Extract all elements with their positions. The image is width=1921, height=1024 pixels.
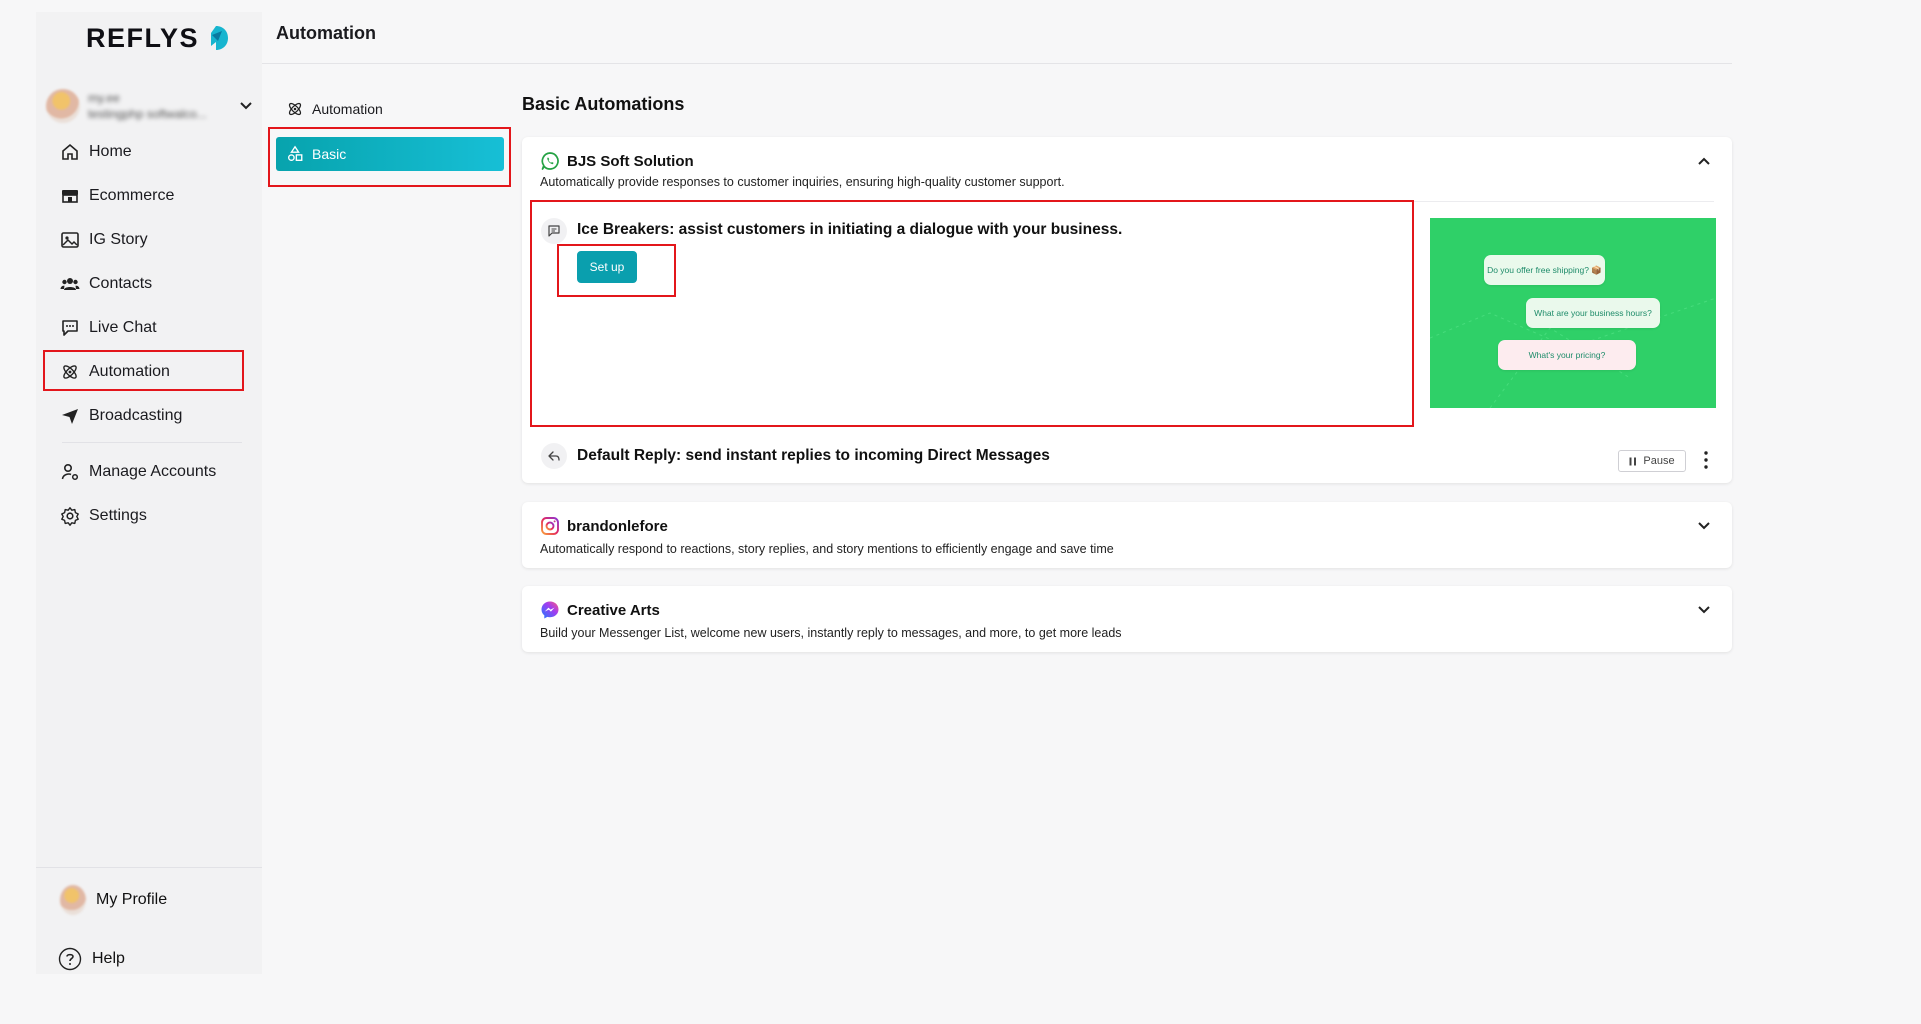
section-title: Basic Automations (522, 94, 685, 114)
sidebar-item-live-chat[interactable]: Live Chat (60, 313, 240, 343)
subnav-basic[interactable]: Basic (276, 137, 504, 171)
automation-card-messenger[interactable]: Creative Arts Build your Messenger List,… (522, 586, 1732, 652)
card-title: BJS Soft Solution (567, 152, 694, 170)
sidebar: REFLYS my.ee testingphp softwalco... Hom… (36, 12, 262, 974)
help-label: Help (92, 950, 125, 967)
sidebar-item-manage-accounts[interactable]: Manage Accounts (60, 457, 240, 487)
sidebar-item-label: Live Chat (89, 319, 157, 336)
logo[interactable]: REFLYS (86, 18, 229, 58)
sidebar-item-label: Broadcasting (89, 407, 183, 424)
pause-icon (1629, 457, 1637, 465)
message-icon (548, 225, 560, 237)
logo-mark-icon (211, 26, 229, 50)
send-icon (62, 409, 78, 424)
home-icon (62, 143, 78, 160)
sidebar-item-broadcasting[interactable]: Broadcasting (60, 401, 240, 431)
ice-breakers-title: Ice Breakers: assist customers in initia… (577, 221, 1123, 238)
sidebar-item-home[interactable]: Home (60, 137, 240, 167)
set-up-button[interactable]: Set up (577, 251, 637, 283)
users-icon (60, 278, 80, 290)
default-reply-icon-wrap (541, 443, 567, 469)
card-title: brandonlefore (567, 517, 668, 535)
sidebar-item-ig-story[interactable]: IG Story (60, 225, 240, 255)
automation-icon (63, 365, 77, 379)
chevron-up-icon[interactable] (1694, 151, 1714, 171)
account-email: testingphp softwalco... (88, 107, 207, 121)
ice-breakers-icon-wrap (541, 218, 567, 244)
automation-card-instagram[interactable]: brandonlefore Automatically respond to r… (522, 502, 1732, 568)
card-description: Automatically respond to reactions, stor… (540, 542, 1114, 556)
default-reply-title: Default Reply: send instant replies to i… (577, 447, 1050, 464)
sidebar-item-ecommerce[interactable]: Ecommerce (60, 181, 240, 211)
chevron-down-icon[interactable] (1694, 516, 1714, 536)
sidebar-item-label: Manage Accounts (89, 463, 217, 480)
preview-bubble: What's your pricing? (1498, 340, 1636, 370)
card-header[interactable]: brandonlefore (540, 516, 668, 536)
pause-label: Pause (1643, 455, 1675, 467)
preview-bubble: What are your business hours? (1526, 298, 1660, 328)
sidebar-item-label: Home (89, 143, 132, 160)
account-name: my.ee (88, 91, 120, 105)
top-bar: Automation (262, 0, 1732, 64)
sidebar-divider (62, 442, 242, 443)
chevron-down-icon[interactable] (236, 96, 256, 116)
sidebar-item-label: Contacts (89, 275, 153, 292)
card-header[interactable]: Creative Arts (540, 600, 660, 620)
account-switcher[interactable]: my.ee testingphp softwalco... (46, 78, 256, 134)
more-options-icon[interactable] (1700, 448, 1712, 472)
sidebar-item-settings[interactable]: Settings (60, 501, 240, 531)
sidebar-divider (36, 867, 262, 868)
brand-name: REFLYS (86, 22, 200, 53)
sidebar-item-label: IG Story (89, 231, 148, 248)
user-cog-icon (61, 463, 79, 481)
subnav-basic-label: Basic (312, 146, 347, 162)
sidebar-item-contacts[interactable]: Contacts (60, 269, 240, 299)
card-divider (540, 201, 1714, 202)
card-description: Build your Messenger List, welcome new u… (540, 626, 1122, 640)
instagram-icon (541, 517, 559, 535)
subnav-automation-label: Automation (312, 101, 383, 117)
help-link[interactable]: Help (58, 944, 125, 974)
messenger-icon (541, 601, 559, 619)
image-icon (61, 232, 79, 248)
whatsapp-icon (541, 152, 559, 170)
sidebar-item-automation[interactable]: Automation (60, 357, 240, 387)
gear-icon (61, 507, 79, 526)
page-title: Automation (276, 23, 376, 43)
sidebar-item-label: Automation (89, 363, 170, 380)
automation-icon (288, 102, 302, 116)
preview-bubble: Do you offer free shipping? 📦 (1484, 255, 1605, 285)
sidebar-item-label: Ecommerce (89, 187, 175, 204)
sidebar-item-label: Settings (89, 507, 147, 524)
subnav-automation[interactable]: Automation (286, 92, 502, 126)
profile-avatar (60, 885, 86, 915)
my-profile-link[interactable]: My Profile (60, 880, 167, 920)
ice-breakers-preview: Do you offer free shipping? 📦 What are y… (1430, 218, 1716, 408)
account-avatar (46, 89, 80, 123)
help-icon (58, 947, 82, 971)
card-header[interactable]: BJS Soft Solution (540, 151, 694, 171)
chevron-down-icon[interactable] (1694, 600, 1714, 620)
card-description: Automatically provide responses to custo… (540, 175, 1065, 189)
my-profile-label: My Profile (96, 891, 168, 908)
pause-button[interactable]: Pause (1618, 450, 1686, 472)
card-title: Creative Arts (567, 601, 660, 619)
store-icon (62, 190, 78, 203)
chat-icon (62, 320, 78, 336)
reply-icon (548, 451, 560, 461)
shapes-icon (288, 145, 303, 161)
